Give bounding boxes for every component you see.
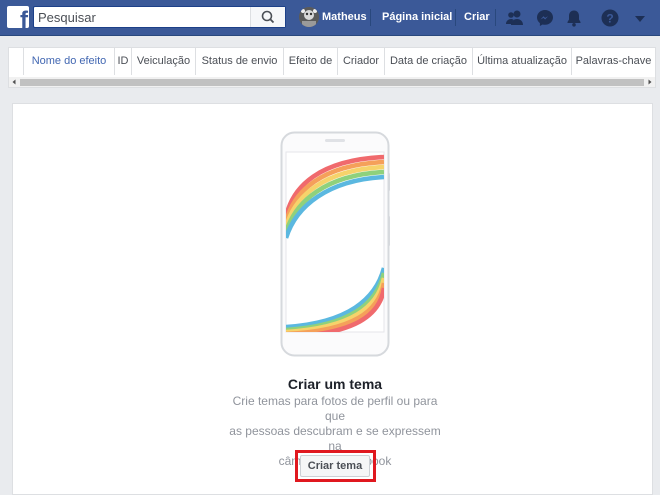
horizontal-scrollbar[interactable] xyxy=(9,77,655,87)
table-header-select[interactable] xyxy=(9,48,24,75)
description-line: Crie temas para fotos de perfil ou para … xyxy=(232,394,438,423)
avatar-image xyxy=(299,7,319,27)
messenger-icon[interactable] xyxy=(535,8,555,28)
column-header[interactable]: Status de envio xyxy=(196,48,284,75)
dropdown-arrow-icon[interactable] xyxy=(630,8,650,28)
column-header[interactable]: Criador xyxy=(338,48,385,75)
facebook-logo[interactable]: f xyxy=(7,6,29,28)
search-box xyxy=(33,6,286,28)
notifications-bell-icon[interactable] xyxy=(564,8,584,28)
column-header[interactable]: Efeito de xyxy=(284,48,338,75)
svg-text:?: ? xyxy=(606,11,613,25)
nav-divider xyxy=(455,9,456,26)
column-header[interactable]: Última atualização xyxy=(473,48,572,75)
column-header[interactable]: ID xyxy=(115,48,132,75)
column-header[interactable]: Data de criação xyxy=(385,48,473,75)
scrollbar-thumb[interactable] xyxy=(20,79,644,86)
friends-icon[interactable] xyxy=(505,8,525,28)
nav-divider xyxy=(370,9,371,26)
create-link[interactable]: Criar xyxy=(464,11,490,23)
scroll-left-arrow-icon[interactable] xyxy=(10,78,18,86)
top-navigation-bar: f Matheus Página inicial Criar xyxy=(0,0,660,36)
search-input[interactable] xyxy=(38,8,258,26)
profile-link[interactable]: Matheus xyxy=(322,11,367,23)
empty-state-title: Criar um tema xyxy=(287,376,383,392)
column-header[interactable]: Veiculação xyxy=(132,48,196,75)
column-header[interactable]: Nome do efeito xyxy=(24,48,115,75)
effects-table: Nome do efeito ID Veiculação Status de e… xyxy=(8,47,656,88)
create-theme-button[interactable]: Criar tema xyxy=(300,455,370,477)
table-header-row: Nome do efeito ID Veiculação Status de e… xyxy=(9,48,655,75)
avatar[interactable] xyxy=(299,7,319,27)
home-link[interactable]: Página inicial xyxy=(382,11,452,23)
search-icon xyxy=(261,10,275,24)
phone-illustration xyxy=(280,131,390,357)
search-button[interactable] xyxy=(250,7,285,27)
scroll-right-arrow-icon[interactable] xyxy=(646,78,654,86)
column-header[interactable]: Palavras-chave xyxy=(572,48,655,75)
help-icon[interactable]: ? xyxy=(600,8,620,28)
nav-divider xyxy=(495,9,496,26)
